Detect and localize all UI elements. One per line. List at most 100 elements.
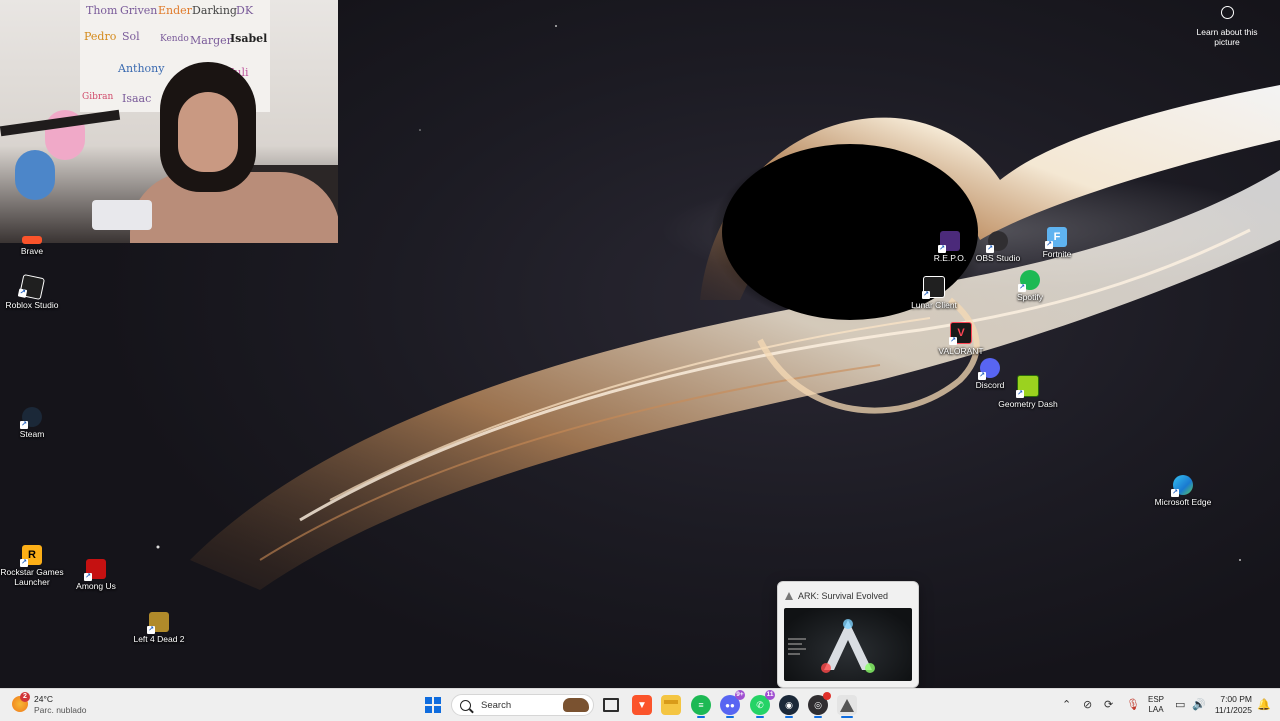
weather-sun-icon: 2 bbox=[12, 692, 30, 712]
poster-name: Isaac bbox=[122, 92, 152, 105]
desktop-icon-lunar-client[interactable]: ↗ Lunar Client bbox=[896, 276, 972, 310]
lunar-client-icon: ↗ bbox=[922, 276, 945, 299]
clock[interactable]: 7:00 PM 11/1/2025 bbox=[1210, 694, 1252, 716]
taskbar-discord[interactable]: ●● 9+ bbox=[720, 690, 745, 718]
left4dead2-icon: ↗ bbox=[147, 612, 169, 634]
desktop-icon-label: Steam bbox=[19, 429, 45, 439]
folder-icon bbox=[664, 700, 678, 704]
desktop-icon-label: Roblox Studio bbox=[5, 300, 59, 310]
discord-badge: 9+ bbox=[735, 690, 745, 700]
taskbar-obs[interactable]: ◎ bbox=[808, 692, 831, 718]
obs-icon: ◎ bbox=[814, 699, 822, 710]
taskbar-search[interactable]: Search bbox=[451, 694, 594, 716]
desktop-icon-label: VALORANT bbox=[938, 346, 984, 356]
desktop-icon-label: Spotify bbox=[1017, 292, 1043, 302]
windows-logo-tile bbox=[425, 697, 432, 704]
plush-toy bbox=[15, 150, 55, 200]
task-view-icon bbox=[603, 698, 619, 712]
poster-name: Marger bbox=[190, 34, 232, 47]
active-indicator bbox=[726, 716, 734, 718]
network-off-icon[interactable]: ⊘ bbox=[1083, 698, 1092, 711]
preview-thumbnail bbox=[784, 608, 912, 681]
desktop-icon-label: Fortnite bbox=[1042, 249, 1072, 259]
spotify-icon: ↗ bbox=[1018, 270, 1040, 292]
ark-icon bbox=[840, 698, 854, 712]
language-line1: ESP bbox=[1148, 695, 1165, 704]
desktop-icon-label: Left 4 Dead 2 bbox=[133, 634, 185, 644]
desktop-icon-steam[interactable]: ↗ Steam bbox=[0, 407, 70, 439]
rockstar-icon: R ↗ bbox=[20, 545, 42, 567]
poster-name: Pedro bbox=[84, 30, 117, 43]
weather-widget[interactable]: 2 24°C Parc. nublado bbox=[12, 692, 86, 716]
active-indicator bbox=[697, 716, 705, 718]
active-indicator bbox=[841, 716, 853, 718]
windows-logo-tile bbox=[434, 697, 441, 704]
poster-name: Isabel bbox=[230, 32, 268, 45]
taskbar-task-view[interactable] bbox=[601, 695, 621, 715]
camera-icon bbox=[1220, 6, 1234, 19]
taskbar-spotify[interactable]: ≡ bbox=[691, 695, 711, 718]
desktop-icon-label: Microsoft Edge bbox=[1154, 497, 1212, 507]
desktop-icon-label: Brave bbox=[20, 246, 44, 256]
start-button[interactable] bbox=[425, 697, 441, 713]
obs-icon: ↗ bbox=[986, 231, 1008, 253]
whatsapp-icon: ✆ bbox=[756, 699, 764, 710]
preview-title-text: ARK: Survival Evolved bbox=[798, 591, 889, 601]
ark-icon bbox=[785, 592, 793, 600]
microphone bbox=[92, 200, 152, 230]
ark-logo bbox=[788, 619, 875, 673]
brave-icon bbox=[22, 236, 42, 244]
webcam-overlay: Thom Griven Ender Darking DK Pedro Sol K… bbox=[0, 0, 338, 243]
poster-name: Ender bbox=[158, 4, 192, 17]
desktop-icon-brave[interactable]: Brave bbox=[0, 236, 70, 256]
clock-date: 11/1/2025 bbox=[1214, 705, 1252, 715]
desktop-icon-label: OBS Studio bbox=[975, 253, 1021, 263]
steam-icon: ↗ bbox=[20, 407, 42, 429]
desktop-icon-roblox-studio[interactable]: ↗ Roblox Studio bbox=[0, 273, 70, 310]
monitor-icon[interactable]: ▭ bbox=[1175, 698, 1185, 711]
microphone-icon[interactable]: 🎙 bbox=[1126, 698, 1140, 711]
show-hidden-icons-chevron-icon[interactable]: ⌃ bbox=[1062, 698, 1071, 711]
taskbar-steam[interactable]: ◉ bbox=[779, 695, 799, 718]
desktop-icon-edge[interactable]: ↗ Microsoft Edge bbox=[1145, 475, 1221, 507]
active-indicator bbox=[814, 716, 822, 718]
desktop-icon-valorant[interactable]: V ↗ VALORANT bbox=[923, 322, 999, 356]
sync-icon[interactable]: ⟳ bbox=[1104, 698, 1113, 711]
edge-icon: ↗ bbox=[1171, 475, 1193, 497]
poster-name: DK bbox=[236, 4, 254, 17]
repo-icon: ↗ bbox=[938, 231, 960, 253]
geometry-dash-icon: ↗ bbox=[1016, 375, 1039, 398]
desktop-icon-spotify[interactable]: ↗ Spotify bbox=[992, 270, 1068, 302]
desktop[interactable]: Thom Griven Ender Darking DK Pedro Sol K… bbox=[0, 0, 1280, 688]
language-line2: LAA bbox=[1148, 705, 1164, 714]
taskbar-brave[interactable]: ▼ bbox=[632, 695, 652, 715]
desktop-icon-geometry-dash[interactable]: ↗ Geometry Dash bbox=[990, 375, 1066, 409]
poster-name: Gibran bbox=[82, 92, 114, 102]
roblox-studio-icon: ↗ bbox=[17, 273, 46, 301]
poster-name: Anthony bbox=[118, 62, 165, 75]
search-placeholder: Search bbox=[481, 699, 512, 711]
whatsapp-badge: 11 bbox=[765, 690, 775, 700]
fortnite-icon: F ↗ bbox=[1045, 227, 1067, 249]
poster-name: Kendo bbox=[160, 34, 189, 44]
taskbar-file-explorer[interactable] bbox=[661, 695, 681, 715]
desktop-icon-fortnite[interactable]: F ↗ Fortnite bbox=[1019, 227, 1095, 259]
language-indicator[interactable]: ESP LAA bbox=[1148, 695, 1164, 715]
brave-icon: ▼ bbox=[637, 699, 647, 711]
taskbar-whatsapp[interactable]: ✆ 11 bbox=[750, 690, 775, 718]
active-indicator bbox=[756, 716, 764, 718]
valorant-icon: V ↗ bbox=[949, 322, 972, 345]
taskbar-thumbnail-preview[interactable]: ARK: Survival Evolved bbox=[777, 581, 919, 688]
learn-about-picture[interactable]: Learn about this picture bbox=[1190, 6, 1264, 47]
volume-icon[interactable]: 🔊 bbox=[1192, 698, 1206, 711]
clock-time: 7:00 PM bbox=[1220, 694, 1252, 704]
search-highlight-bison-icon bbox=[563, 698, 589, 712]
desktop-icon-label: Lunar Client bbox=[911, 300, 957, 310]
taskbar-ark[interactable] bbox=[837, 695, 857, 718]
windows-logo-tile bbox=[425, 706, 432, 713]
desktop-icon-among-us[interactable]: ↗ Among Us bbox=[58, 559, 134, 591]
notification-bell-icon[interactable]: 🔔 bbox=[1257, 698, 1271, 711]
desktop-icon-label: Geometry Dash bbox=[998, 399, 1058, 409]
desktop-icon-left4dead2[interactable]: ↗ Left 4 Dead 2 bbox=[121, 612, 197, 644]
windows-logo-tile bbox=[434, 706, 441, 713]
